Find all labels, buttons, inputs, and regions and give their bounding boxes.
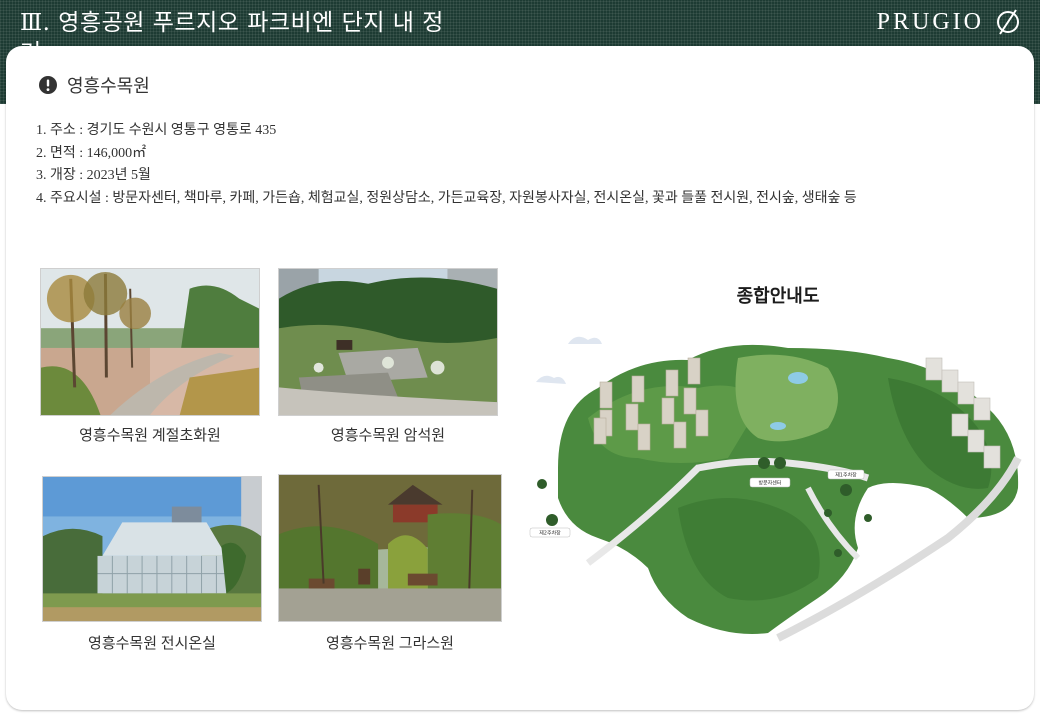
grass-garden-photo <box>279 475 501 621</box>
parking-marker-icon <box>840 484 852 496</box>
photo-caption: 영흥수목원 계절초화원 <box>79 428 221 444</box>
greenhouse-photo <box>43 477 261 621</box>
info-opening: 3. 개장 : 2023년 5월 <box>36 168 151 183</box>
brand-circle-slash-icon <box>997 9 1019 35</box>
info-facilities: 4. 주요시설 : 방문자센터, 책마루, 카페, 가든숍, 체험교실, 정원상… <box>36 190 857 206</box>
photo-caption: 영흥수목원 암석원 <box>330 428 446 444</box>
map-title: 종합안내도 <box>736 286 820 307</box>
section-title: 영흥수목원 <box>67 76 150 97</box>
seasonal-flower-garden-photo <box>41 269 259 415</box>
brand-name: PRUGIO <box>876 8 984 35</box>
photo-seasonal-garden <box>40 268 260 416</box>
rock-garden-photo <box>279 269 497 415</box>
cloud-icon <box>536 375 566 384</box>
info-address: 1. 주소 : 경기도 수원시 영통구 영통로 435 <box>36 123 277 138</box>
cloud-icon <box>568 336 602 344</box>
brand-logo: PRUGIO <box>877 8 1022 36</box>
photo-caption: 영흥수목원 그라스원 <box>326 636 454 652</box>
map-label-visitor-center: 방문자센터 <box>758 480 781 487</box>
parking-marker-icon <box>546 514 558 526</box>
photo-grass-garden <box>278 474 502 622</box>
map-label-parking-2: 제2주차장 <box>539 530 561 537</box>
photo-caption: 영흥수목원 전시온실 <box>88 636 216 652</box>
exclamation-icon <box>39 76 57 94</box>
map-label-parking-1: 제1주차장 <box>835 472 857 479</box>
photo-rock-garden <box>278 268 498 416</box>
arboretum-guide-map: 방문자센터 제1주차장 제2주차장 <box>529 336 1022 642</box>
photo-greenhouse <box>42 476 262 622</box>
section-heading: 영흥수목원 <box>38 72 150 98</box>
info-list: 1. 주소 : 경기도 수원시 영통구 영통로 435 2. 면적 : 146,… <box>36 120 857 210</box>
info-area: 2. 면적 : 146,000㎡ <box>36 145 147 161</box>
